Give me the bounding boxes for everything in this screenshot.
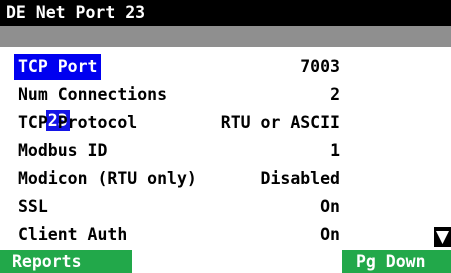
setting-row-modbus-id[interactable]: Modbus ID 1	[0, 138, 451, 164]
setting-label: SSL	[18, 197, 48, 216]
setting-row-client-auth[interactable]: Client Auth On	[0, 222, 451, 248]
setting-value: Disabled	[260, 169, 340, 188]
page-title: DE Net Port 23	[0, 0, 451, 26]
setting-row-ssl[interactable]: SSL On	[0, 194, 451, 220]
setting-label: Modbus ID	[18, 141, 108, 160]
setting-value: 2	[330, 85, 340, 104]
scroll-down-arrow-icon	[434, 227, 451, 247]
port-tab-bar: All Ports 21 22 23 24 25 26 27 28	[0, 26, 451, 235]
setting-label: TCP Protocol	[18, 113, 138, 132]
setting-value: 7003	[300, 57, 340, 76]
setting-label: Num Connections	[18, 85, 168, 104]
reports-softkey[interactable]: Reports	[0, 250, 132, 273]
setting-row-num-connections[interactable]: Num Connections 2	[0, 82, 451, 108]
page-down-softkey[interactable]: Pg Down	[342, 250, 451, 273]
setting-label: TCP Port	[14, 54, 102, 80]
setting-row-tcp-port[interactable]: TCP Port 7003	[0, 54, 451, 80]
setting-value: 1	[330, 141, 340, 160]
setting-value: RTU or ASCII	[220, 113, 340, 132]
setting-label: Client Auth	[18, 225, 128, 244]
setting-row-modicon[interactable]: Modicon (RTU only) Disabled	[0, 166, 451, 192]
device-screen: DE Net Port 23 All Ports 21 22 23 24 25 …	[0, 0, 451, 273]
setting-value: On	[320, 197, 340, 216]
setting-row-tcp-protocol[interactable]: TCP Protocol RTU or ASCII	[0, 110, 451, 136]
setting-value: On	[320, 225, 340, 244]
setting-label: Modicon (RTU only)	[18, 169, 197, 188]
